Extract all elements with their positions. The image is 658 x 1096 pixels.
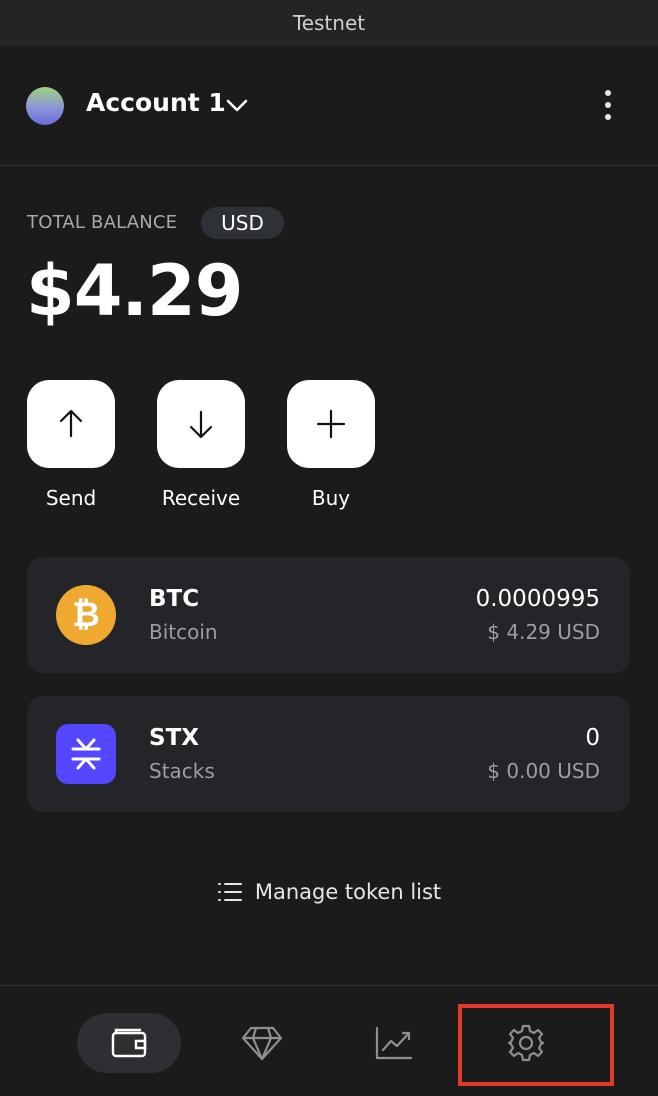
buy-label: Buy bbox=[311, 486, 351, 510]
total-balance-label: TOTAL BALANCE bbox=[27, 212, 178, 233]
arrow-up-icon bbox=[59, 409, 83, 438]
wallet-icon bbox=[111, 1028, 147, 1058]
token-row-btc[interactable]: ₿ BTC Bitcoin 0.0000995 $ 4.29 USD bbox=[27, 557, 630, 673]
arrow-down-icon bbox=[189, 410, 213, 439]
account-header: Account 1 bbox=[0, 46, 658, 166]
token-usd-value: $ 4.29 USD bbox=[487, 620, 600, 644]
settings-highlight-annotation bbox=[458, 1004, 614, 1086]
chart-icon bbox=[375, 1026, 413, 1060]
network-label: Testnet bbox=[292, 11, 366, 35]
token-amount: 0 bbox=[585, 725, 600, 751]
currency-selector[interactable]: USD bbox=[201, 207, 284, 239]
buy-action[interactable]: Buy bbox=[286, 380, 376, 510]
network-banner: Testnet bbox=[0, 0, 658, 46]
nav-collectibles-tab[interactable] bbox=[210, 1013, 314, 1073]
list-icon bbox=[217, 883, 242, 901]
token-row-stx[interactable]: STX Stacks 0 $ 0.00 USD bbox=[27, 696, 630, 812]
account-avatar[interactable] bbox=[26, 87, 64, 125]
send-action[interactable]: Send bbox=[26, 380, 116, 510]
more-options-icon[interactable] bbox=[594, 88, 622, 122]
token-name: Bitcoin bbox=[149, 620, 218, 644]
receive-button[interactable] bbox=[157, 380, 245, 468]
token-name: Stacks bbox=[149, 759, 215, 783]
plus-icon bbox=[316, 409, 346, 439]
send-button[interactable] bbox=[27, 380, 115, 468]
stacks-icon bbox=[56, 724, 116, 784]
diamond-icon bbox=[241, 1026, 283, 1061]
account-name[interactable]: Account 1 bbox=[86, 88, 226, 117]
token-symbol: STX bbox=[149, 725, 199, 751]
receive-action[interactable]: Receive bbox=[156, 380, 246, 510]
total-balance-value: $4.29 bbox=[26, 250, 243, 332]
receive-label: Receive bbox=[161, 486, 241, 510]
buy-button[interactable] bbox=[287, 380, 375, 468]
bitcoin-icon: ₿ bbox=[56, 585, 116, 645]
token-symbol: BTC bbox=[149, 586, 200, 612]
send-label: Send bbox=[45, 486, 97, 510]
manage-token-list-button[interactable]: Manage token list bbox=[0, 872, 658, 912]
chevron-down-icon[interactable] bbox=[224, 94, 250, 116]
token-amount: 0.0000995 bbox=[475, 586, 600, 612]
nav-activity-tab[interactable] bbox=[342, 1013, 446, 1073]
token-usd-value: $ 0.00 USD bbox=[487, 759, 600, 783]
nav-wallet-tab[interactable] bbox=[77, 1013, 181, 1073]
manage-token-list-label: Manage token list bbox=[254, 880, 442, 904]
